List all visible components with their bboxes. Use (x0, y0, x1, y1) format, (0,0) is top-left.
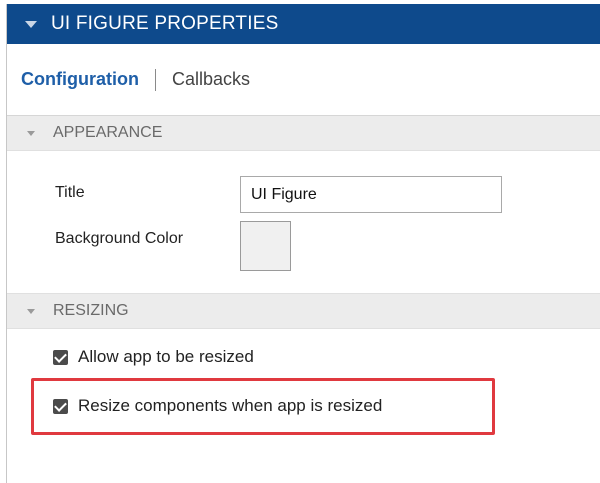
tab-callbacks[interactable]: Callbacks (172, 69, 250, 90)
background-color-swatch[interactable] (240, 221, 291, 271)
title-input[interactable] (240, 176, 502, 213)
tab-bar: Configuration Callbacks (7, 44, 600, 116)
panel-title: UI FIGURE PROPERTIES (51, 13, 279, 34)
highlight-box (31, 378, 495, 435)
section-caret-icon[interactable] (27, 130, 35, 136)
appearance-heading: APPEARANCE (53, 124, 163, 141)
appearance-section-header[interactable]: APPEARANCE (7, 116, 600, 151)
background-color-label: Background Color (55, 230, 184, 247)
allow-resize-checkbox[interactable] (53, 349, 68, 365)
panel-header[interactable]: UI FIGURE PROPERTIES (7, 4, 600, 44)
appearance-section: Title Background Color (7, 151, 600, 293)
resizing-section-header[interactable]: RESIZING (7, 293, 600, 329)
tab-separator (154, 68, 156, 91)
allow-resize-option[interactable]: Allow app to be resized (53, 347, 254, 367)
allow-resize-label: Allow app to be resized (78, 347, 254, 366)
resizing-heading: RESIZING (53, 302, 129, 319)
tab-configuration[interactable]: Configuration (21, 69, 139, 90)
section-caret-icon[interactable] (27, 308, 35, 314)
collapse-caret-icon[interactable] (25, 20, 37, 28)
title-label: Title (55, 184, 85, 201)
